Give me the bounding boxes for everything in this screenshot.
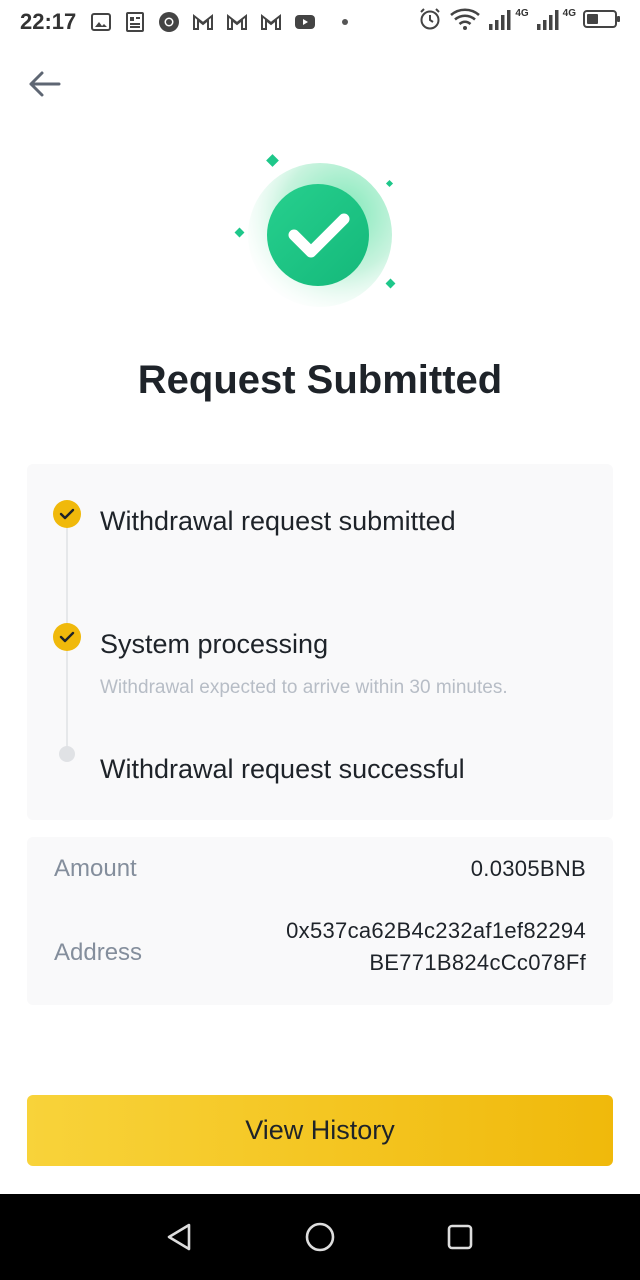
square-recents-icon xyxy=(447,1224,473,1250)
alarm-icon xyxy=(420,8,441,30)
battery-icon xyxy=(583,10,620,28)
back-button[interactable] xyxy=(20,60,68,108)
nav-home-button[interactable] xyxy=(290,1207,350,1267)
signal-icon xyxy=(536,10,559,30)
signal-icon xyxy=(489,10,511,30)
amount-label: Amount xyxy=(54,855,137,882)
system-navigation-bar xyxy=(0,1194,640,1280)
address-label: Address xyxy=(54,939,143,966)
chrome-icon xyxy=(156,9,182,35)
gmail-icon xyxy=(224,9,250,35)
withdrawal-details-card: Amount 0.0305BNB Address 0x537ca62B4c232… xyxy=(27,837,613,1005)
youtube-icon xyxy=(292,9,318,35)
address-line: BE771B824cCc078Ff xyxy=(369,950,586,975)
network-type-label: 4G xyxy=(562,7,576,19)
amount-value: 0.0305BNB xyxy=(470,856,586,881)
withdrawal-progress-card: Withdrawal request submitted System proc… xyxy=(27,464,613,820)
system-icons: 4G 4G xyxy=(417,6,622,32)
circle-home-icon xyxy=(305,1222,335,1252)
nav-recents-button[interactable] xyxy=(430,1207,490,1267)
wifi-icon xyxy=(450,8,481,30)
page-title: Request Submitted xyxy=(137,358,503,402)
more-notifications-dot xyxy=(342,19,349,25)
image-icon xyxy=(88,9,114,35)
step-title: Withdrawal request successful xyxy=(100,754,465,784)
nav-back-button[interactable] xyxy=(150,1207,210,1267)
status-time: 22:17 xyxy=(20,9,77,34)
address-value[interactable]: 0x537ca62B4c232af1ef82294 BE771B824cCc07… xyxy=(286,915,586,979)
address-line: 0x537ca62B4c232af1ef82294 xyxy=(286,918,586,943)
check-circle-icon xyxy=(53,500,81,528)
network-type-label: 4G xyxy=(515,7,529,19)
success-check-icon xyxy=(234,154,396,307)
pending-dot-icon xyxy=(59,746,75,762)
gmail-icon xyxy=(190,9,216,35)
check-circle-icon xyxy=(53,623,81,651)
arrow-left-icon xyxy=(29,71,61,97)
view-history-button[interactable]: View History xyxy=(27,1095,613,1166)
step-subtitle: Withdrawal expected to arrive within 30 … xyxy=(100,677,508,698)
step-title: Withdrawal request submitted xyxy=(100,506,456,536)
success-illustration xyxy=(220,145,420,325)
notification-icons xyxy=(88,9,349,35)
step-title: System processing xyxy=(100,629,329,659)
status-bar: 22:17 4G 4G xyxy=(0,0,640,44)
triangle-back-icon xyxy=(167,1223,191,1251)
news-icon xyxy=(122,9,148,35)
gmail-icon xyxy=(258,9,284,35)
